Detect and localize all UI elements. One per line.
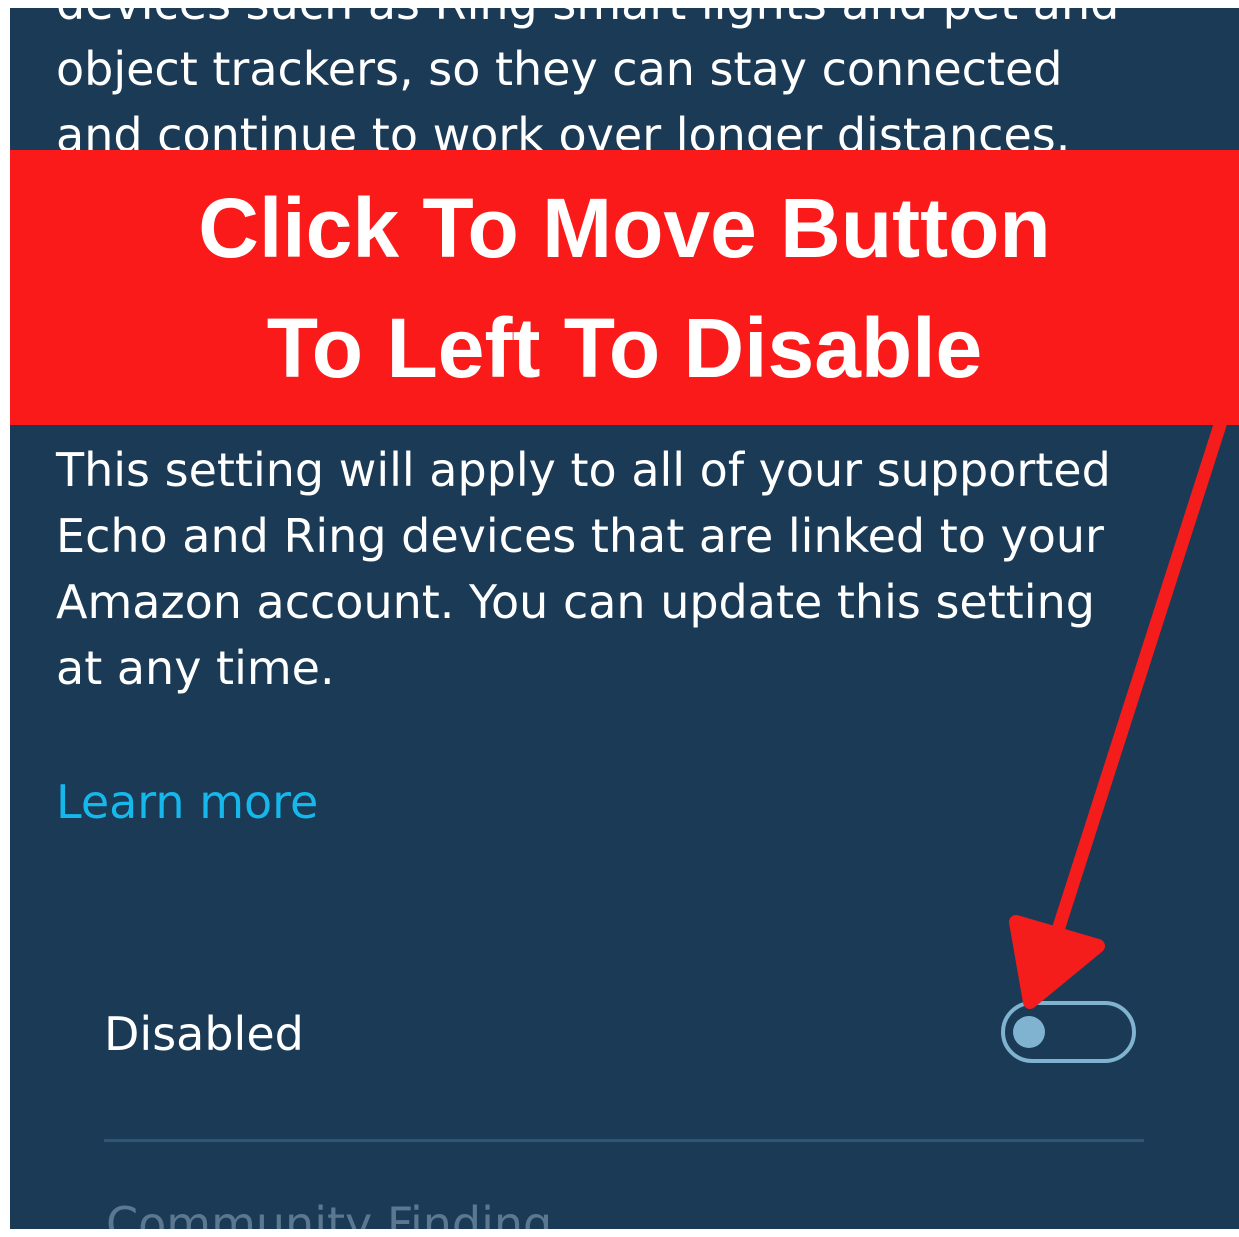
- learn-more-link[interactable]: Learn more: [56, 769, 318, 835]
- toggle-knob: [1013, 1016, 1045, 1048]
- disabled-setting-row: Disabled: [104, 993, 1144, 1073]
- intro-line: object trackers, so they can stay connec…: [56, 42, 1063, 96]
- description-line: This setting will apply to all of your s…: [56, 443, 1111, 497]
- section-title-community-finding: Community Finding: [106, 1197, 553, 1229]
- description-line: at any time.: [56, 641, 335, 695]
- annotation-banner: Click To Move Button To Left To Disable: [10, 150, 1239, 425]
- description-line: Amazon account. You can update this sett…: [56, 575, 1095, 629]
- toggle-label: Disabled: [104, 1007, 304, 1061]
- intro-line: devices such as Ring smart lights and pe…: [56, 8, 1216, 36]
- intro-paragraph: devices such as Ring smart lights and pe…: [56, 8, 1216, 168]
- banner-line: To Left To Disable: [266, 300, 983, 395]
- description-line: Echo and Ring devices that are linked to…: [56, 509, 1104, 563]
- disable-toggle-switch[interactable]: [1001, 1001, 1136, 1063]
- description-paragraph: This setting will apply to all of your s…: [56, 437, 1216, 701]
- banner-line: Click To Move Button: [198, 180, 1051, 275]
- divider: [104, 1139, 1144, 1142]
